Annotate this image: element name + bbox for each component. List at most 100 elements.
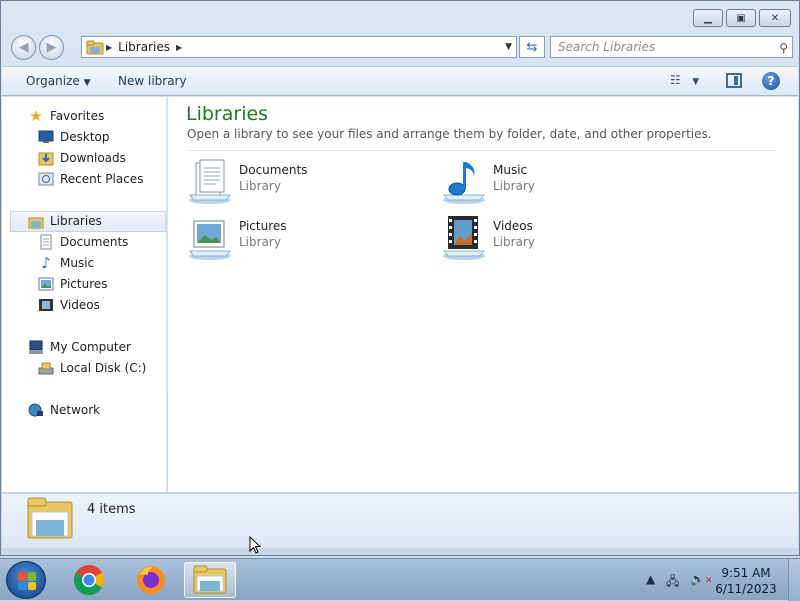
back-arrow-icon: ◀ bbox=[18, 40, 29, 55]
sidebar-label: Local Disk (C:) bbox=[60, 361, 147, 375]
sidebar-item-recent-places[interactable]: Recent Places bbox=[38, 169, 143, 189]
sidebar-label: Documents bbox=[60, 235, 129, 249]
taskbar: ▲ 🖧 🔈✕ 9:51 AM 6/11/2023 bbox=[0, 558, 800, 601]
address-row: ◀ ▶ ▶ Libraries ▶ ▼ ⇆ Search Libraries ⚲ bbox=[9, 34, 793, 60]
content-pane: Libraries Open a library to see your fil… bbox=[168, 97, 798, 492]
clock[interactable]: 9:51 AM 6/11/2023 bbox=[714, 565, 778, 597]
sidebar-label: Videos bbox=[60, 298, 100, 312]
forward-button[interactable]: ▶ bbox=[39, 35, 64, 60]
music-library-icon bbox=[442, 162, 486, 204]
library-type: Library bbox=[493, 235, 535, 249]
divider bbox=[187, 150, 777, 151]
sidebar-label: Downloads bbox=[60, 151, 126, 165]
sidebar-item-documents[interactable]: Documents bbox=[38, 232, 128, 252]
sidebar-label: Desktop bbox=[60, 130, 110, 144]
sidebar-label: Recent Places bbox=[60, 172, 144, 186]
change-view-button[interactable]: ☷ ▼ bbox=[670, 73, 699, 87]
organize-button[interactable]: Organize ▼ bbox=[26, 74, 91, 88]
explorer-window: ▁ ▣ ✕ ◀ ▶ ▶ Libraries ▶ ▼ ⇆ Search Libra… bbox=[0, 0, 800, 556]
library-folder-large-icon bbox=[27, 497, 73, 539]
firefox-icon bbox=[137, 566, 165, 594]
sidebar-item-network[interactable]: Network bbox=[28, 400, 100, 420]
search-input[interactable]: Search Libraries ⚲ bbox=[550, 36, 793, 58]
command-bar: Organize ▼ New library ☷ ▼ ? bbox=[2, 66, 798, 96]
sidebar-item-local-disk[interactable]: Local Disk (C:) bbox=[38, 358, 146, 378]
sidebar-item-libraries[interactable]: Libraries bbox=[28, 211, 102, 231]
sidebar-label: Pictures bbox=[60, 277, 108, 291]
library-folder-icon bbox=[28, 213, 44, 229]
hard-drive-icon bbox=[38, 360, 54, 376]
start-button[interactable] bbox=[6, 561, 46, 599]
library-type: Library bbox=[493, 179, 535, 193]
library-name: Documents bbox=[239, 163, 308, 177]
sidebar-item-favorites[interactable]: ★ Favorites bbox=[28, 106, 104, 126]
sidebar-item-pictures[interactable]: Pictures bbox=[38, 274, 108, 294]
chevron-down-icon: ▼ bbox=[83, 78, 91, 88]
taskbar-firefox[interactable] bbox=[125, 562, 177, 598]
library-name: Pictures bbox=[239, 219, 287, 233]
desktop-icon bbox=[38, 129, 54, 145]
minimize-button[interactable]: ▁ bbox=[693, 9, 723, 27]
volume-muted-icon[interactable]: 🔈✕ bbox=[690, 572, 713, 586]
sidebar-label: My Computer bbox=[50, 340, 131, 354]
organize-label: Organize bbox=[26, 74, 80, 88]
library-item-videos[interactable]: Videos Library bbox=[440, 215, 640, 265]
sidebar-item-my-computer[interactable]: My Computer bbox=[28, 337, 131, 357]
refresh-button[interactable]: ⇆ bbox=[519, 36, 545, 58]
breadcrumb-libraries[interactable]: Libraries bbox=[118, 40, 170, 54]
sidebar-item-downloads[interactable]: Downloads bbox=[38, 148, 126, 168]
back-button[interactable]: ◀ bbox=[11, 35, 36, 60]
taskbar-chrome[interactable] bbox=[63, 562, 115, 598]
address-dropdown-icon[interactable]: ▼ bbox=[505, 42, 512, 52]
breadcrumb-separator-icon[interactable]: ▶ bbox=[106, 43, 112, 52]
explorer-icon bbox=[193, 565, 227, 594]
pictures-icon bbox=[38, 276, 54, 292]
library-name: Music bbox=[493, 163, 528, 177]
windows-logo-icon bbox=[18, 572, 36, 590]
search-placeholder: Search Libraries bbox=[558, 40, 656, 54]
page-title: Libraries bbox=[186, 103, 269, 125]
help-button[interactable]: ? bbox=[762, 72, 780, 90]
chrome-icon bbox=[73, 565, 105, 596]
address-bar[interactable]: ▶ Libraries ▶ ▼ bbox=[81, 36, 517, 58]
library-item-documents[interactable]: Documents Library bbox=[186, 159, 386, 209]
network-status-icon[interactable]: 🖧 bbox=[666, 572, 679, 593]
preview-pane-button[interactable] bbox=[726, 73, 742, 88]
taskbar-explorer[interactable] bbox=[184, 562, 236, 598]
page-subtitle: Open a library to see your files and arr… bbox=[187, 127, 712, 141]
library-item-pictures[interactable]: Pictures Library bbox=[186, 215, 386, 265]
library-folder-icon bbox=[86, 40, 104, 55]
close-button[interactable]: ✕ bbox=[759, 9, 791, 27]
forward-arrow-icon: ▶ bbox=[46, 40, 57, 55]
sidebar-item-desktop[interactable]: Desktop bbox=[38, 127, 110, 147]
sidebar-item-videos[interactable]: Videos bbox=[38, 295, 100, 315]
new-library-button[interactable]: New library bbox=[118, 74, 187, 88]
network-icon bbox=[28, 402, 44, 418]
documents-icon bbox=[38, 234, 54, 250]
view-options-icon: ☷ bbox=[670, 73, 681, 87]
mouse-cursor-icon bbox=[249, 536, 261, 554]
library-item-music[interactable]: Music Library bbox=[440, 159, 640, 209]
star-icon: ★ bbox=[29, 107, 43, 125]
refresh-icon: ⇆ bbox=[526, 39, 538, 55]
sidebar-label: Favorites bbox=[50, 109, 105, 123]
show-desktop-button[interactable] bbox=[788, 559, 800, 601]
sidebar-item-music[interactable]: ♪ Music bbox=[38, 253, 94, 273]
clock-date: 6/11/2023 bbox=[715, 582, 777, 596]
library-type: Library bbox=[239, 179, 281, 193]
sidebar-label: Music bbox=[60, 256, 95, 270]
caption-buttons: ▁ ▣ ✕ bbox=[693, 9, 791, 27]
navigation-pane: ★ Favorites Desktop Downloads Recent Plac… bbox=[2, 97, 167, 492]
library-type: Library bbox=[239, 235, 281, 249]
show-hidden-icons-icon[interactable]: ▲ bbox=[646, 572, 655, 586]
clock-time: 9:51 AM bbox=[721, 566, 771, 580]
library-name: Videos bbox=[493, 219, 533, 233]
sidebar-label: Network bbox=[50, 403, 101, 417]
breadcrumb-separator-icon[interactable]: ▶ bbox=[176, 43, 182, 52]
search-icon[interactable]: ⚲ bbox=[779, 38, 788, 58]
sidebar-label: Libraries bbox=[50, 214, 102, 228]
chevron-down-icon: ▼ bbox=[692, 77, 700, 87]
documents-library-icon bbox=[188, 159, 232, 204]
computer-icon bbox=[28, 339, 44, 355]
maximize-button[interactable]: ▣ bbox=[726, 9, 756, 27]
